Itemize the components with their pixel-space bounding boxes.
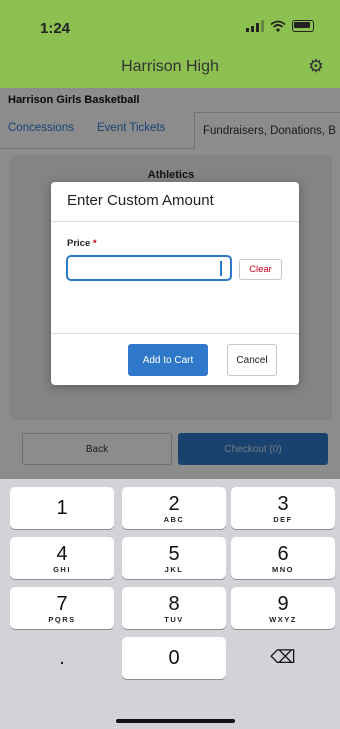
key-digit: 2	[168, 493, 180, 515]
backspace-icon: ⌫	[270, 647, 296, 667]
key-digit: 3	[277, 493, 289, 515]
status-bar: 1:24	[0, 0, 340, 48]
key-digit: 0	[168, 647, 180, 669]
app-header: Harrison High ⚙	[0, 48, 340, 88]
key-letters: GHI	[53, 565, 71, 574]
numeric-keypad: 1 2 ABC 3 DEF 4 GHI 5 JKL 6 MNO 7 PQRS 8	[0, 479, 340, 729]
key-digit: 4	[56, 543, 68, 565]
key-9[interactable]: 9 WXYZ	[231, 587, 335, 629]
key-8[interactable]: 8 TUV	[122, 587, 226, 629]
wifi-icon	[270, 20, 286, 32]
clear-button[interactable]: Clear	[239, 259, 282, 280]
key-5[interactable]: 5 JKL	[122, 537, 226, 579]
key-0[interactable]: 0	[122, 637, 226, 679]
divider	[51, 333, 299, 334]
app-title: Harrison High	[121, 58, 219, 75]
screen: 1:24 Harrison High ⚙ Harrison Girls Bask…	[0, 0, 340, 729]
price-label: Price *	[67, 238, 97, 249]
price-label-text: Price	[67, 238, 91, 249]
battery-icon	[292, 20, 314, 32]
key-digit: .	[59, 647, 65, 669]
add-to-cart-button[interactable]: Add to Cart	[128, 344, 208, 376]
key-letters: WXYZ	[269, 615, 297, 624]
key-6[interactable]: 6 MNO	[231, 537, 335, 579]
key-3[interactable]: 3 DEF	[231, 487, 335, 529]
key-1[interactable]: 1	[10, 487, 114, 529]
custom-amount-dialog: Enter Custom Amount Price * Clear Add to…	[51, 182, 299, 385]
key-decimal[interactable]: .	[10, 637, 114, 679]
key-digit: 8	[168, 593, 180, 615]
key-letters: MNO	[272, 565, 294, 574]
key-4[interactable]: 4 GHI	[10, 537, 114, 579]
text-cursor	[220, 261, 222, 276]
key-letters: DEF	[273, 515, 293, 524]
status-time: 1:24	[40, 20, 71, 37]
key-letters: PQRS	[48, 615, 76, 624]
key-digit: 1	[56, 497, 68, 519]
status-icons	[246, 20, 314, 32]
signal-icon	[246, 20, 264, 32]
gear-icon[interactable]: ⚙	[308, 56, 324, 77]
home-indicator	[116, 719, 235, 723]
required-asterisk: *	[92, 238, 97, 249]
price-input[interactable]	[66, 255, 232, 281]
key-digit: 9	[277, 593, 289, 615]
key-letters: JKL	[164, 565, 184, 574]
key-delete[interactable]: ⌫	[231, 637, 335, 679]
cancel-button[interactable]: Cancel	[227, 344, 277, 376]
divider	[51, 221, 299, 222]
key-7[interactable]: 7 PQRS	[10, 587, 114, 629]
key-digit: 6	[277, 543, 289, 565]
key-digit: 5	[168, 543, 180, 565]
dialog-title: Enter Custom Amount	[67, 192, 214, 209]
key-2[interactable]: 2 ABC	[122, 487, 226, 529]
key-letters: ABC	[163, 515, 185, 524]
key-letters: TUV	[164, 615, 184, 624]
key-digit: 7	[56, 593, 68, 615]
